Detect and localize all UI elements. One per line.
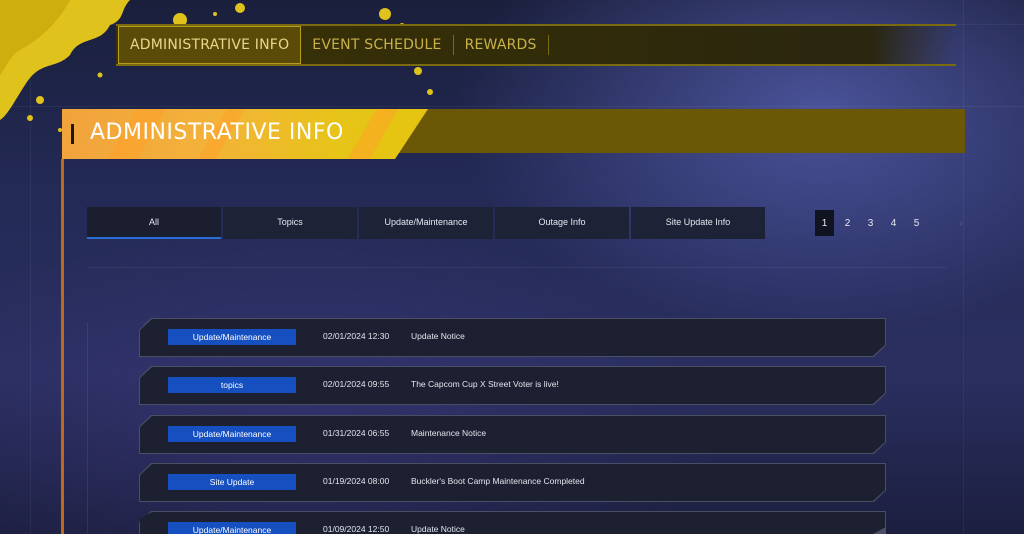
news-title: The Capcom Cup X Street Voter is live! — [411, 379, 559, 389]
grid-line — [963, 0, 964, 534]
nav-divider — [547, 35, 549, 55]
nav-tab-event-schedule[interactable]: EVENT SCHEDULE — [301, 26, 452, 64]
category-badge: Update/Maintenance — [168, 426, 296, 442]
filter-tab-topics[interactable]: Topics — [223, 207, 357, 239]
section-title-marker — [71, 124, 74, 144]
pagination: 1 2 3 4 5 › — [815, 210, 968, 236]
news-row[interactable]: Update/Maintenance 01/09/2024 12:50 Upda… — [140, 512, 885, 534]
page-button-5[interactable]: 5 — [907, 210, 926, 236]
news-title: Maintenance Notice — [411, 428, 487, 438]
section-divider — [87, 267, 947, 268]
chevron-right-icon[interactable]: › — [954, 210, 968, 236]
nav-tab-administrative-info[interactable]: ADMINISTRATIVE INFO — [118, 26, 302, 64]
filter-tab-outage-info[interactable]: Outage Info — [495, 207, 629, 239]
category-badge: Update/Maintenance — [168, 522, 296, 534]
category-badge: topics — [168, 377, 296, 393]
page-button-4[interactable]: 4 — [884, 210, 903, 236]
news-row[interactable]: Update/Maintenance 02/01/2024 12:30 Upda… — [140, 319, 885, 356]
grid-line — [30, 0, 31, 534]
page-title: ADMINISTRATIVE INFO — [90, 120, 344, 145]
news-date: 01/19/2024 08:00 — [323, 476, 390, 486]
news-title: Update Notice — [411, 524, 465, 534]
grid-line — [0, 106, 1024, 107]
page-button-2[interactable]: 2 — [838, 210, 857, 236]
filter-tab-site-update-info[interactable]: Site Update Info — [631, 207, 765, 239]
list-rail — [87, 322, 88, 534]
category-badge: Update/Maintenance — [168, 329, 296, 345]
news-date: 01/09/2024 12:50 — [323, 524, 390, 534]
filter-tab-update-maintenance[interactable]: Update/Maintenance — [359, 207, 493, 239]
nav-tab-rewards[interactable]: REWARDS — [454, 26, 548, 64]
news-date: 02/01/2024 09:55 — [323, 379, 390, 389]
plate-streak-decoration — [347, 109, 399, 159]
left-accent-rail — [61, 159, 64, 534]
news-row[interactable]: topics 02/01/2024 09:55 The Capcom Cup X… — [140, 367, 885, 404]
news-date: 01/31/2024 06:55 — [323, 428, 390, 438]
page-button-1[interactable]: 1 — [815, 210, 834, 236]
news-row[interactable]: Update/Maintenance 01/31/2024 06:55 Main… — [140, 416, 885, 453]
top-navigation: ADMINISTRATIVE INFO EVENT SCHEDULE REWAR… — [116, 24, 956, 66]
category-filter-tabs: All Topics Update/Maintenance Outage Inf… — [87, 207, 765, 239]
news-row[interactable]: Site Update 01/19/2024 08:00 Buckler's B… — [140, 464, 885, 501]
news-title: Update Notice — [411, 331, 465, 341]
page-button-3[interactable]: 3 — [861, 210, 880, 236]
filter-tab-all[interactable]: All — [87, 207, 221, 239]
category-badge: Site Update — [168, 474, 296, 490]
news-title: Buckler's Boot Camp Maintenance Complete… — [411, 476, 585, 486]
news-date: 02/01/2024 12:30 — [323, 331, 390, 341]
